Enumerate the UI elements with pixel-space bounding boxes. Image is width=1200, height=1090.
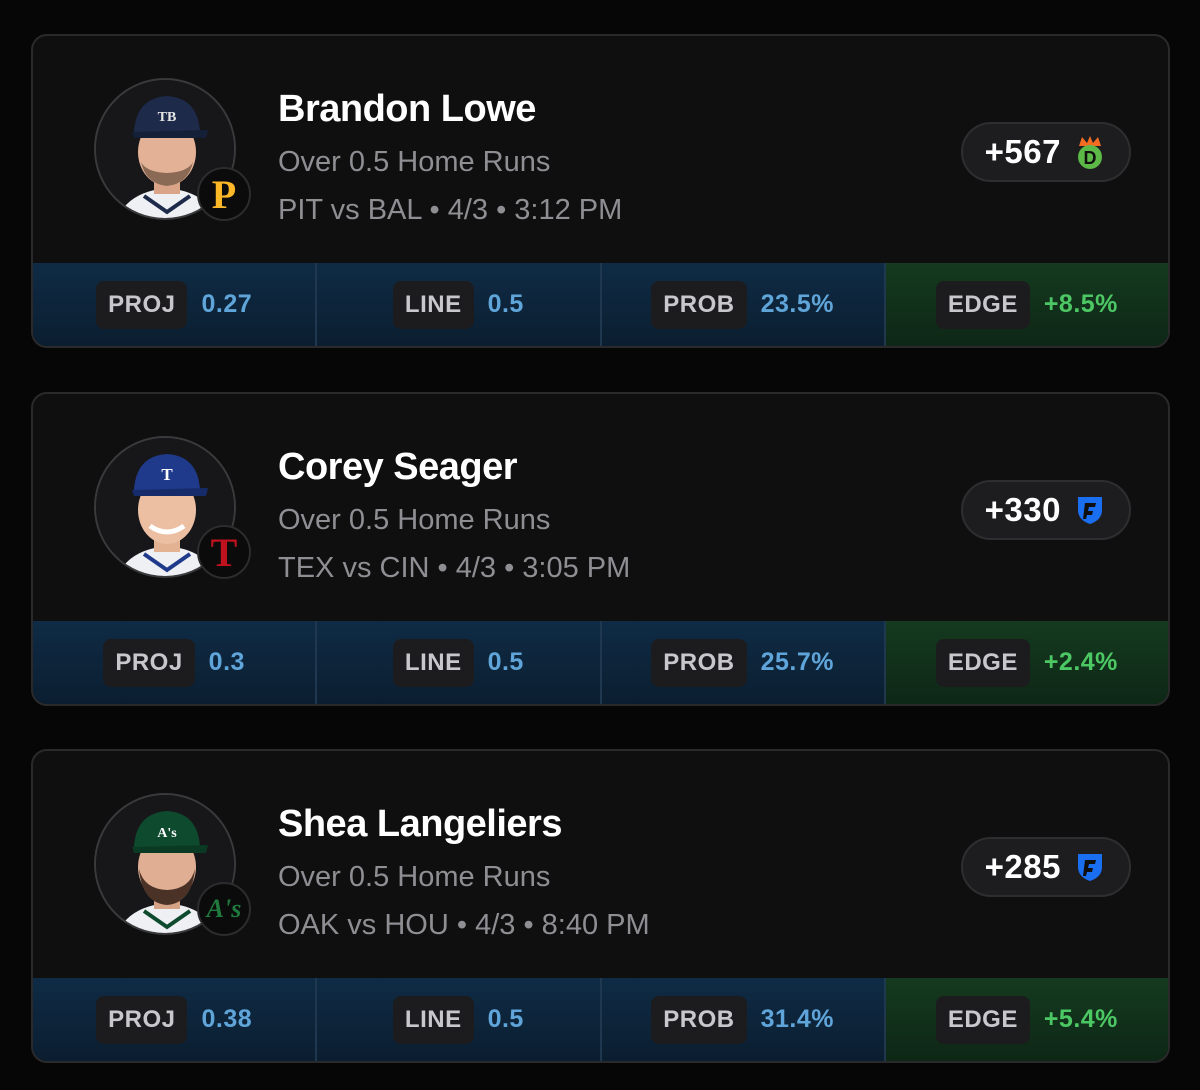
stat-line: LINE 0.5 xyxy=(317,621,602,704)
stat-line: LINE 0.5 xyxy=(317,263,602,346)
stat-value: 0.5 xyxy=(487,290,524,318)
stat-value: 23.5% xyxy=(760,290,834,318)
prop-card-shea-langeliers[interactable]: A's A's Shea Langeliers Over 0.5 Home Ru… xyxy=(31,749,1170,1063)
stat-label: EDGE xyxy=(935,995,1030,1044)
fanduel-icon xyxy=(1073,493,1107,527)
svg-text:D: D xyxy=(1084,148,1097,168)
stat-label: PROB xyxy=(651,995,747,1044)
stat-edge: EDGE +2.4% xyxy=(885,621,1168,704)
stats-bar: PROJ 0.27 LINE 0.5 PROB 23.5% EDGE +8.5% xyxy=(33,263,1168,346)
team-badge-athletics: A's xyxy=(197,882,251,936)
stat-value: 0.38 xyxy=(201,1005,253,1033)
draftkings-icon: D xyxy=(1073,135,1107,169)
odds-button[interactable]: +567 D xyxy=(960,122,1131,182)
stat-proj: PROJ 0.3 xyxy=(33,621,318,704)
stat-label: PROB xyxy=(651,638,747,687)
stat-label: LINE xyxy=(392,995,474,1044)
cap-logo: TB xyxy=(158,110,177,125)
stat-prob: PROB 23.5% xyxy=(601,263,886,346)
prop-description: Over 0.5 Home Runs xyxy=(278,504,551,536)
stat-value: 0.5 xyxy=(487,1005,524,1033)
stat-edge: EDGE +8.5% xyxy=(885,263,1168,346)
stat-label: PROJ xyxy=(96,995,188,1044)
player-name: Brandon Lowe xyxy=(278,88,536,130)
team-badge-letter: P xyxy=(211,171,237,217)
stat-value: 25.7% xyxy=(760,648,834,676)
stat-proj: PROJ 0.38 xyxy=(33,978,318,1061)
prop-card-brandon-lowe[interactable]: TB P Brandon Lowe Over 0.5 Home Runs PIT… xyxy=(31,34,1170,348)
stat-value: +5.4% xyxy=(1043,1005,1118,1033)
stat-label: EDGE xyxy=(935,638,1030,687)
stat-label: PROB xyxy=(651,280,747,329)
player-name: Corey Seager xyxy=(278,446,518,488)
odds-button[interactable]: +330 xyxy=(960,480,1131,540)
stat-value: 0.27 xyxy=(201,290,253,318)
stats-bar: PROJ 0.38 LINE 0.5 PROB 31.4% EDGE +5.4% xyxy=(33,978,1168,1061)
stat-value: 0.3 xyxy=(208,648,245,676)
team-badge-rangers: T xyxy=(197,525,251,579)
player-name: Shea Langeliers xyxy=(278,803,562,845)
odds-value: +285 xyxy=(984,848,1061,885)
odds-value: +567 xyxy=(984,133,1061,170)
fanduel-icon xyxy=(1073,850,1107,884)
team-badge-letter: A's xyxy=(206,894,242,923)
prop-description: Over 0.5 Home Runs xyxy=(278,861,551,893)
matchup-info: TEX vs CIN • 4/3 • 3:05 PM xyxy=(278,552,631,584)
stat-value: 0.5 xyxy=(487,648,524,676)
stat-line: LINE 0.5 xyxy=(317,978,602,1061)
stat-label: PROJ xyxy=(103,638,195,687)
team-badge-pirates: P xyxy=(197,167,251,221)
stat-proj: PROJ 0.27 xyxy=(33,263,318,346)
stat-label: LINE xyxy=(392,280,474,329)
stat-label: LINE xyxy=(392,638,474,687)
odds-value: +330 xyxy=(984,491,1061,528)
team-badge-letter: T xyxy=(210,529,238,575)
cap-logo: T xyxy=(161,465,173,484)
stat-prob: PROB 31.4% xyxy=(601,978,886,1061)
stat-value: +2.4% xyxy=(1043,648,1118,676)
matchup-info: OAK vs HOU • 4/3 • 8:40 PM xyxy=(278,909,650,941)
prop-description: Over 0.5 Home Runs xyxy=(278,146,551,178)
stat-value: +8.5% xyxy=(1043,290,1118,318)
stats-bar: PROJ 0.3 LINE 0.5 PROB 25.7% EDGE +2.4% xyxy=(33,621,1168,704)
stat-label: EDGE xyxy=(935,280,1030,329)
stat-edge: EDGE +5.4% xyxy=(885,978,1168,1061)
odds-button[interactable]: +285 xyxy=(960,837,1131,897)
stat-prob: PROB 25.7% xyxy=(601,621,886,704)
stat-value: 31.4% xyxy=(760,1005,834,1033)
matchup-info: PIT vs BAL • 4/3 • 3:12 PM xyxy=(278,194,623,226)
stat-label: PROJ xyxy=(96,280,188,329)
prop-card-corey-seager[interactable]: T T Corey Seager Over 0.5 Home Runs TEX … xyxy=(31,392,1170,706)
cap-logo: A's xyxy=(157,826,177,841)
